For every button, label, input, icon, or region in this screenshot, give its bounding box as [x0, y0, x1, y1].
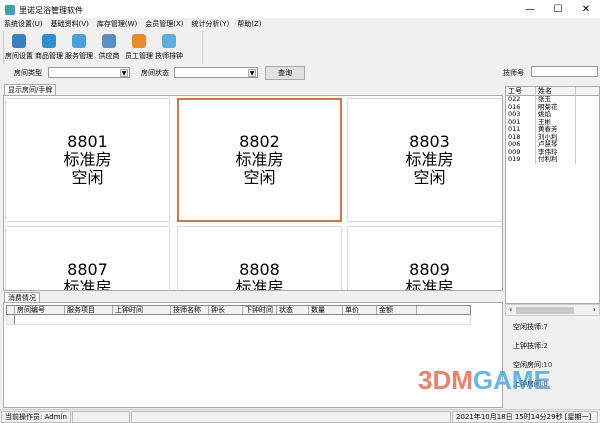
filter-bar: 房间类型 ▼ 房间状态 ▼ 查询 技师号	[0, 65, 600, 81]
room-number: 8807	[67, 260, 108, 279]
room-tile[interactable]: 8808标准房空闲	[177, 226, 342, 291]
status-panel-empty	[72, 411, 130, 423]
person-icon	[132, 34, 146, 48]
menu-bar: 系统设置(U) 基础资料(V) 库存管理(W) 会员管理(X) 统计分析(Y) …	[0, 18, 600, 30]
consume-col-header[interactable]: 单价	[343, 306, 377, 314]
room-tile[interactable]: 8802 标准房 空闲	[177, 98, 342, 222]
status-bar: 当前操作员: Admin 2021年10月18日 15时14分29秒 [星期一]	[0, 409, 600, 423]
menu-help[interactable]: 帮助(Z)	[233, 18, 265, 30]
toolbar-button[interactable]: 技师排钟	[154, 31, 184, 64]
table-row[interactable]	[6, 315, 471, 325]
monitor-icon	[12, 34, 26, 48]
toolbar-button[interactable]: 房间设置	[4, 31, 34, 64]
toolbar-label: 商品管理	[35, 52, 63, 60]
box-icon	[42, 34, 56, 48]
consume-table-header: 房间编号 服务项目 上钟时间 技师名称 钟长 下钟时间 状态 数量 单价 金额	[6, 305, 471, 315]
room-tile[interactable]: 8803 标准房 空闲	[347, 98, 502, 222]
menu-member[interactable]: 会员管理(X)	[141, 18, 187, 30]
table-row[interactable]: 019 付利利	[506, 155, 599, 164]
room-number: 8801	[67, 132, 108, 151]
room-type: 标准房	[405, 278, 454, 291]
consume-col-header[interactable]: 技师名称	[171, 306, 209, 314]
toolbar-label: 员工管理	[125, 52, 153, 60]
tab-rooms[interactable]: 显示房间/手牌	[4, 84, 57, 95]
toolbar-label: 服务管理	[65, 52, 93, 60]
consume-col-header[interactable]: 下钟时间	[243, 306, 277, 314]
room-number: 8809	[409, 260, 450, 279]
query-button[interactable]: 查询	[265, 66, 305, 80]
window-title: 里诺足浴管理软件	[19, 5, 83, 15]
room-number: 8802	[239, 132, 280, 151]
chevron-down-icon: ▼	[248, 69, 256, 77]
maximize-button[interactable]: ☐	[544, 0, 572, 20]
scroll-right-icon[interactable]: ›	[593, 305, 596, 314]
title-bar: 里诺足浴管理软件 — ☐ ✕	[0, 0, 600, 20]
room-grid: 8801标准房空闲8802标准房空闲8803标准房空闲8807标准房空闲8808…	[3, 95, 503, 291]
toolbar-button[interactable]: 商品管理	[34, 31, 64, 64]
app-logo-icon	[5, 5, 15, 15]
consume-col-header[interactable]: 状态	[277, 306, 309, 314]
menu-basic-data[interactable]: 基础资料(V)	[47, 18, 93, 30]
room-number: 8808	[239, 260, 280, 279]
room-type-select[interactable]: ▼	[48, 67, 130, 78]
stat-label: 空闲技师:	[513, 323, 544, 331]
room-tile[interactable]: 8809标准房空闲	[347, 226, 502, 291]
toolbar-label: 技师排钟	[155, 52, 183, 60]
room-status: 空闲	[243, 168, 276, 187]
room-status-select[interactable]: ▼	[174, 67, 258, 78]
close-button[interactable]: ✕	[572, 0, 600, 20]
tech-no-input[interactable]	[531, 66, 598, 77]
scroll-thumb[interactable]	[516, 307, 574, 314]
scroll-left-icon[interactable]: ‹	[509, 305, 512, 314]
consume-col-header[interactable]: 钟长	[209, 306, 243, 314]
toolbar-button[interactable]: 供应商	[94, 31, 124, 64]
consume-col-header[interactable]: 房间编号	[15, 306, 65, 314]
col-tech-id[interactable]: 工号	[506, 87, 536, 95]
room-number: 8803	[409, 132, 450, 151]
room-type: 标准房	[63, 150, 112, 169]
room-tile[interactable]: 8807标准房空闲	[5, 226, 170, 291]
toolbar-button[interactable]: 服务管理	[64, 31, 94, 64]
room-type: 标准房	[405, 150, 454, 169]
col-tech-name[interactable]: 姓名	[536, 87, 576, 95]
tech-name: 付利利	[536, 155, 576, 164]
tech-id: 019	[506, 155, 536, 164]
toolbar-label: 供应商	[98, 52, 120, 60]
stat-value: 7	[543, 323, 548, 331]
consume-col-header[interactable]: 上钟时间	[113, 306, 171, 314]
chevron-down-icon: ▼	[120, 69, 128, 77]
menu-statistics[interactable]: 统计分析(Y)	[188, 18, 234, 30]
room-status-label: 房间状态	[141, 69, 169, 77]
datetime-text: 2021年10月18日 15时14分29秒 [星期一]	[452, 411, 598, 423]
status-panel-empty	[131, 411, 451, 423]
stat-item: 上钟技师:2	[505, 337, 600, 356]
watermark: 3DMGAME	[418, 365, 551, 395]
menu-system[interactable]: 系统设置(U)	[0, 18, 47, 30]
consume-col-header[interactable]: 数量	[309, 306, 343, 314]
stat-value: 2	[543, 342, 548, 350]
toolbar: 房间设置 商品管理 服务管理 供应商 员工管理 技师排钟	[3, 31, 203, 64]
people-icon	[102, 34, 116, 48]
minimize-button[interactable]: —	[516, 0, 544, 20]
toolbar-label: 房间设置	[5, 52, 33, 60]
room-type: 标准房	[235, 278, 284, 291]
consume-col-header[interactable]: 金额	[377, 306, 417, 314]
room-type: 标准房	[63, 278, 112, 291]
clock-icon	[162, 34, 176, 48]
room-type-label: 房间类型	[14, 69, 42, 77]
tech-table-scrollbar[interactable]: ‹ ›	[505, 304, 600, 316]
stat-label: 上钟技师:	[513, 342, 544, 350]
room-tile[interactable]: 8801 标准房 空闲	[5, 98, 170, 222]
room-status: 空闲	[413, 168, 446, 187]
operator-text: 当前操作员: Admin	[1, 411, 71, 423]
room-type: 标准房	[235, 150, 284, 169]
menu-inventory[interactable]: 库存管理(W)	[93, 18, 141, 30]
clipboard-icon	[72, 34, 86, 48]
room-status: 空闲	[71, 168, 104, 187]
tech-no-label: 技师号	[503, 69, 524, 77]
stat-item: 空闲技师:7	[505, 318, 600, 337]
consume-col-header[interactable]: 服务项目	[65, 306, 113, 314]
tech-table: 工号 姓名 022 张玉 016 明菊花 003 姚焰 001 王彬 011 黄春芳 018 刘小利 0…	[505, 86, 600, 304]
toolbar-button[interactable]: 员工管理	[124, 31, 154, 64]
